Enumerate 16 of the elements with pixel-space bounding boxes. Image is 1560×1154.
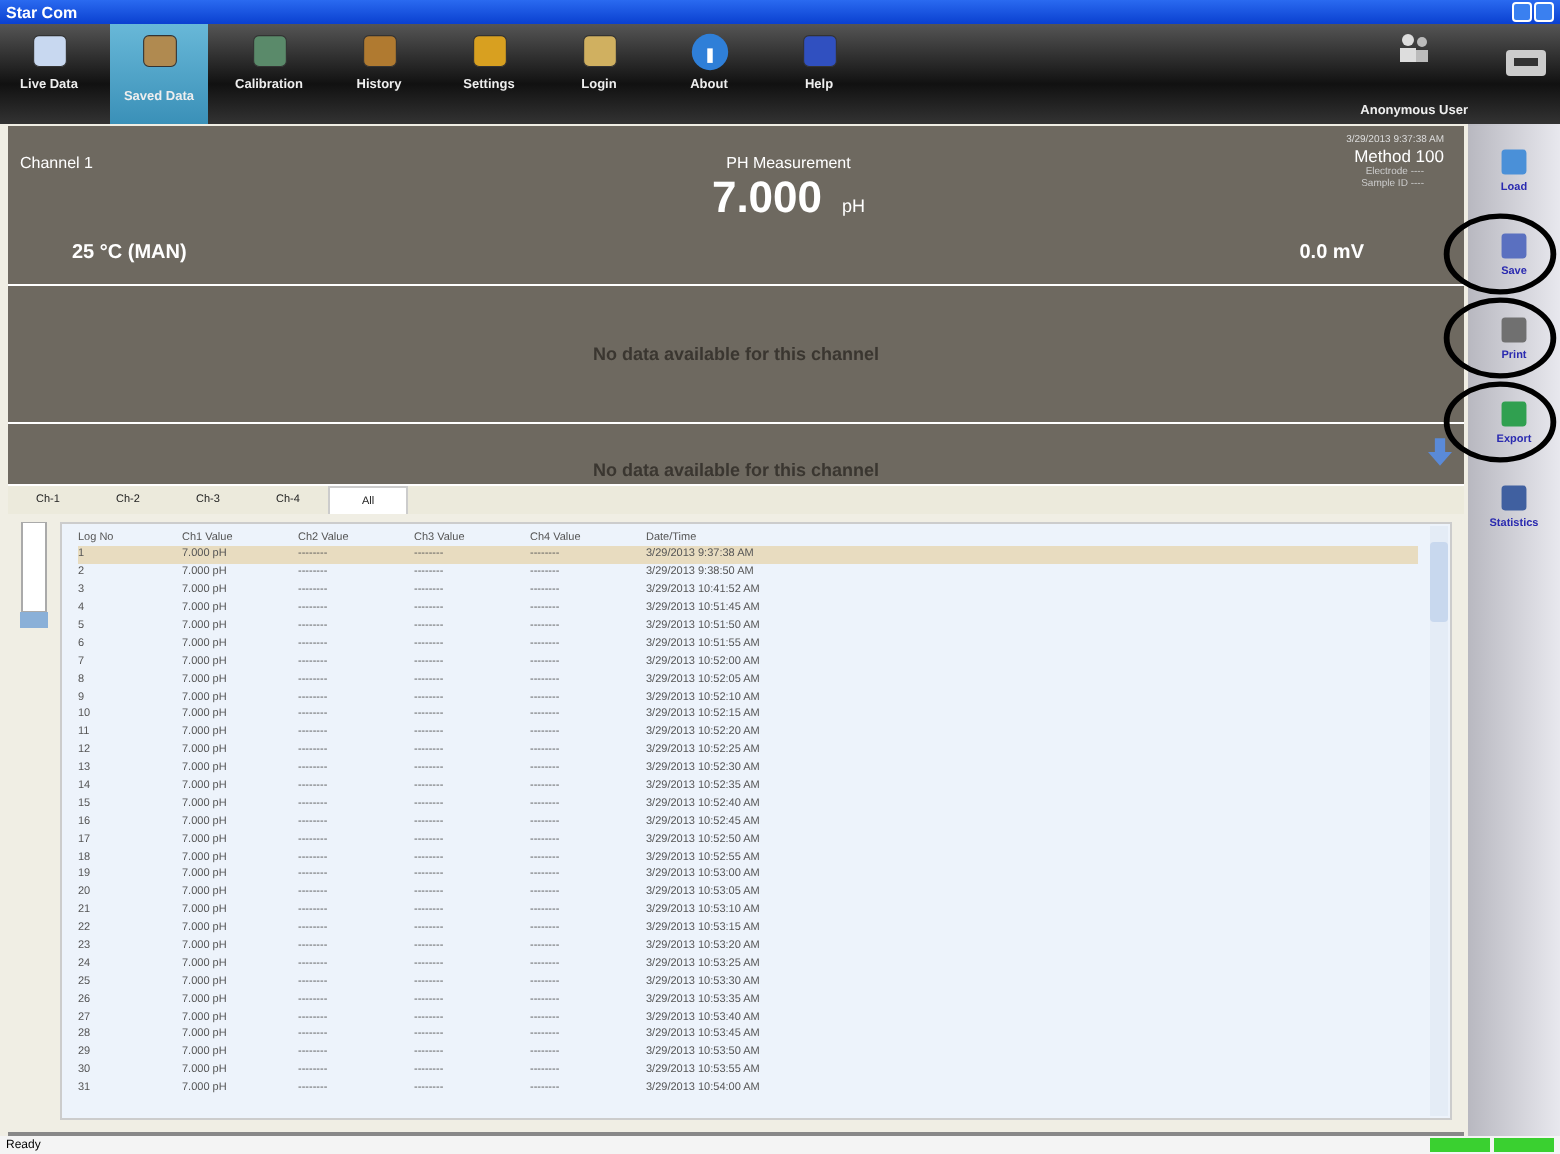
- scrollbar[interactable]: [1430, 526, 1448, 1116]
- method-label: Method 100: [1354, 146, 1444, 166]
- channel-label: Channel 1: [20, 154, 93, 176]
- keyboard-icon[interactable]: [1504, 44, 1548, 80]
- minimize-button[interactable]: [1512, 2, 1532, 22]
- status-indicator: [1430, 1138, 1490, 1152]
- down-arrow-icon[interactable]: [1428, 436, 1452, 468]
- temperature-reading: 25 °C (MAN): [72, 242, 187, 264]
- millivolt-reading: 0.0 mV: [1299, 242, 1364, 264]
- measurement-title: PH Measurement: [726, 154, 851, 172]
- restore-button[interactable]: [1534, 2, 1554, 22]
- measurement-unit: pH: [842, 196, 866, 216]
- measurement-value: 7.000: [711, 172, 823, 224]
- status-indicator: [1494, 1138, 1554, 1152]
- info-icon: [687, 32, 731, 72]
- window-title: Star Com: [6, 3, 78, 21]
